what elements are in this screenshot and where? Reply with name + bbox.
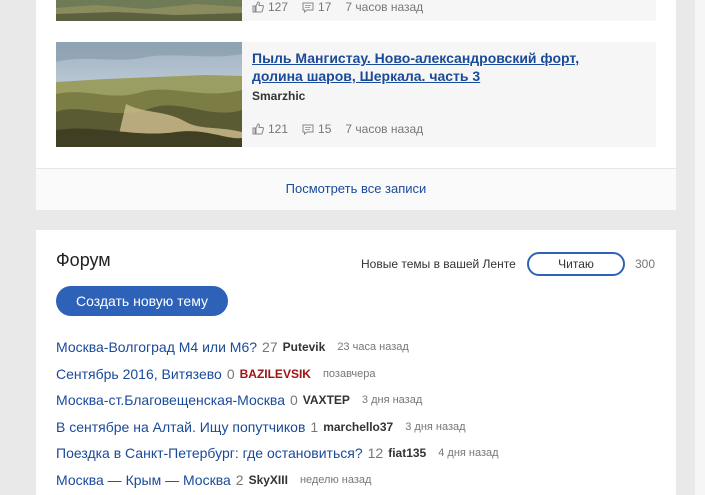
topic-author[interactable]: Putevik	[283, 340, 326, 354]
topic-time: 23 часа назад	[337, 341, 409, 354]
forum-topic: Москва — Крым — Москва 2 SkyXIII неделю …	[56, 467, 656, 494]
landscape-image	[56, 42, 242, 147]
entry-title-link[interactable]: Пыль Мангистау. Ново-александровский фор…	[252, 49, 632, 85]
forum-topic: Сентябрь 2016, Витязево 0 BAZILEVSIK поз…	[56, 361, 656, 388]
forum-title: Форум	[56, 250, 111, 270]
create-topic-button[interactable]: Создать новую тему	[56, 286, 228, 316]
forum-topic: Москва-ст.Благовещенская-Москва 0 VAXTEP…	[56, 387, 656, 414]
subscribe-label: Новые темы в вашей Ленте	[361, 257, 516, 271]
forum-topic: В сентябре на Алтай. Ищу попутчиков 1 ma…	[56, 414, 656, 441]
forum-card: Форум Новые темы в вашей Ленте Читаю 300…	[36, 230, 676, 495]
topic-time: неделю назад	[299, 473, 372, 486]
topic-reply-count: 1	[310, 418, 319, 435]
like-icon[interactable]	[252, 1, 264, 13]
subscribers-count: 300	[635, 257, 656, 271]
entry-stats: 127 17 7 часов назад	[252, 0, 423, 14]
read-toggle-button[interactable]: Читаю	[527, 252, 625, 276]
topic-author[interactable]: marchello37	[323, 420, 393, 434]
likes-count: 127	[268, 0, 289, 14]
topic-title-link[interactable]: Москва — Крым — Москва	[56, 472, 231, 488]
topic-time: 3 дня назад	[405, 420, 466, 433]
topic-title-link[interactable]: В сентябре на Алтай. Ищу попутчиков	[56, 419, 305, 435]
topic-author[interactable]: VAXTEP	[303, 393, 350, 407]
topic-title-link[interactable]: Сентябрь 2016, Витязево	[56, 366, 222, 382]
topic-author[interactable]: fiat135	[388, 446, 426, 460]
entry-time: 7 часов назад	[345, 122, 424, 136]
topic-title-link[interactable]: Москва-ст.Благовещенская-Москва	[56, 392, 285, 408]
comments-count: 15	[318, 122, 332, 136]
topic-reply-count: 12	[367, 445, 384, 462]
topic-author[interactable]: BAZILEVSIK	[240, 367, 311, 381]
likes-count: 121	[268, 122, 289, 136]
comment-icon[interactable]	[302, 124, 314, 135]
topic-title-link[interactable]: Поездка в Санкт-Петербург: где остановит…	[56, 445, 363, 461]
topic-time: 4 дня назад	[438, 447, 499, 460]
forum-topic: Москва-Волгоград М4 или М6? 27 Putevik 2…	[56, 334, 656, 361]
topic-author[interactable]: SkyXIII	[249, 473, 288, 487]
entry-thumbnail[interactable]	[56, 42, 242, 147]
comments-count: 17	[318, 0, 332, 14]
entry-thumbnail[interactable]	[56, 0, 242, 21]
entry-author[interactable]: Smarzhic	[252, 89, 305, 103]
like-icon[interactable]	[252, 123, 264, 135]
entry-time: 7 часов назад	[345, 0, 424, 14]
topic-reply-count: 27	[262, 339, 278, 356]
blog-entry[interactable]: 127 17 7 часов назад	[56, 0, 656, 21]
comment-icon[interactable]	[302, 2, 314, 13]
forum-topic-list: Москва-Волгоград М4 или М6? 27 Putevik 2…	[56, 334, 656, 493]
topic-reply-count: 2	[235, 471, 244, 488]
landscape-image	[56, 0, 242, 21]
topic-reply-count: 0	[289, 392, 298, 409]
forum-topic: Поездка в Санкт-Петербург: где остановит…	[56, 440, 656, 467]
entry-stats: 121 15 7 часов назад	[252, 122, 423, 136]
scrollbar-track[interactable]	[695, 0, 705, 495]
blog-entry[interactable]: Пыль Мангистау. Ново-александровский фор…	[56, 42, 656, 147]
topic-time: 3 дня назад	[361, 394, 423, 407]
topic-title-link[interactable]: Москва-Волгоград М4 или М6?	[56, 339, 257, 355]
topic-reply-count: 0	[226, 365, 235, 382]
blog-entries-card: 127 17 7 часов назад Пыль Мангистау. Нов…	[36, 0, 676, 210]
topic-time: позавчера	[322, 367, 376, 380]
view-all-entries-link[interactable]: Посмотреть все записи	[36, 168, 676, 210]
